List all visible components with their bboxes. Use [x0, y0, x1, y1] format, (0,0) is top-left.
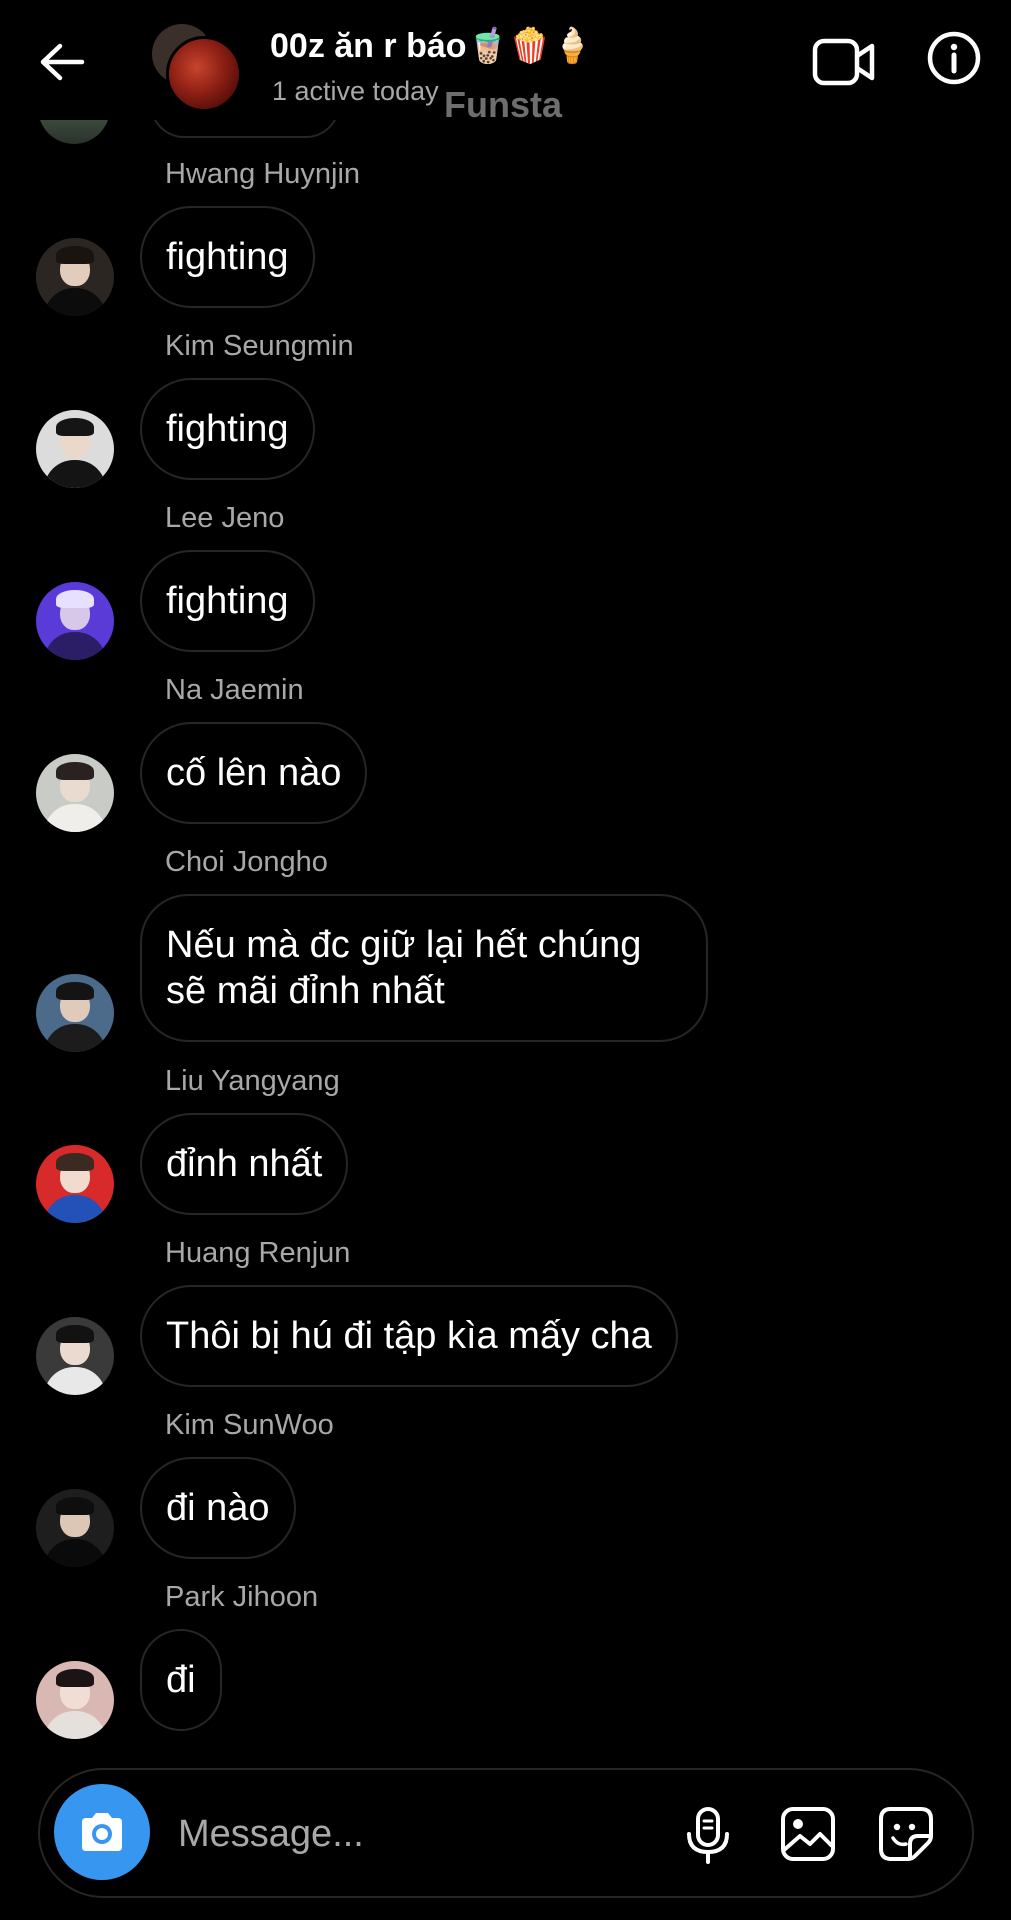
back-button[interactable] — [30, 30, 94, 94]
avatar[interactable] — [36, 410, 114, 488]
arrow-left-icon — [40, 43, 85, 81]
avatar[interactable] — [36, 238, 114, 316]
message-bubble[interactable]: cố lên nào — [140, 722, 368, 824]
watermark: Funsta — [444, 84, 563, 125]
avatar[interactable] — [36, 1317, 114, 1395]
sender-name: Liu Yangyang — [165, 1065, 340, 1097]
message-composer — [38, 1768, 974, 1898]
avatar[interactable] — [36, 582, 114, 660]
avatar[interactable] — [36, 754, 114, 832]
sender-name: Kim Seungmin — [165, 330, 354, 362]
sticker-button[interactable] — [878, 1806, 934, 1862]
info-icon — [927, 31, 981, 85]
message-bubble[interactable]: đi — [140, 1629, 222, 1731]
message-bubble[interactable]: đi nào — [140, 1457, 296, 1559]
camera-icon — [82, 1813, 122, 1851]
avatar[interactable] — [36, 974, 114, 1052]
group-avatar[interactable] — [152, 24, 242, 112]
sender-name: Lee Jeno — [165, 502, 285, 534]
message-bubble[interactable]: đỉnh nhất — [140, 1113, 349, 1215]
chat-header: 00z ăn r báo🧋🍿🍦 1 active today Funsta — [0, 0, 1011, 125]
message-line: sẽ mãi đỉnh nhất — [166, 970, 445, 1012]
info-button[interactable] — [926, 30, 982, 86]
message-bubble[interactable]: fighting — [140, 206, 315, 308]
sender-name: Hwang Huynjin — [165, 158, 361, 190]
chat-title[interactable]: 00z ăn r báo🧋🍿🍦 — [270, 26, 594, 66]
sender-name: Choi Jongho — [165, 846, 328, 878]
sender-name: Huang Renjun — [165, 1237, 351, 1269]
sticker-icon — [879, 1807, 933, 1861]
sender-name: Kim SunWoo — [165, 1409, 334, 1441]
gallery-icon — [781, 1807, 835, 1861]
message-bubble[interactable]: Nếu mà đc giữ lại hết chúng sẽ mãi đỉnh … — [140, 894, 708, 1042]
message-bubble[interactable]: fighting — [140, 378, 315, 480]
gallery-button[interactable] — [780, 1806, 836, 1862]
avatar[interactable] — [36, 1145, 114, 1223]
sender-name: Park Jihoon — [165, 1581, 319, 1613]
sender-name: Na Jaemin — [165, 674, 304, 706]
video-call-button[interactable] — [812, 34, 876, 90]
group-avatar-front — [166, 36, 242, 112]
message-bubble[interactable]: Thôi bị hú đi tập kìa mấy cha — [140, 1285, 678, 1387]
message-line: Nếu mà đc giữ lại hết chúng — [166, 924, 642, 966]
avatar[interactable] — [36, 1489, 114, 1567]
microphone-icon — [687, 1807, 729, 1864]
active-status: 1 active today — [272, 76, 439, 106]
video-call-icon — [812, 38, 875, 86]
voice-message-button[interactable] — [680, 1806, 736, 1866]
message-bubble[interactable]: fighting — [140, 550, 315, 652]
message-input[interactable] — [178, 1808, 698, 1860]
avatar[interactable] — [36, 1661, 114, 1739]
camera-button[interactable] — [54, 1784, 150, 1880]
